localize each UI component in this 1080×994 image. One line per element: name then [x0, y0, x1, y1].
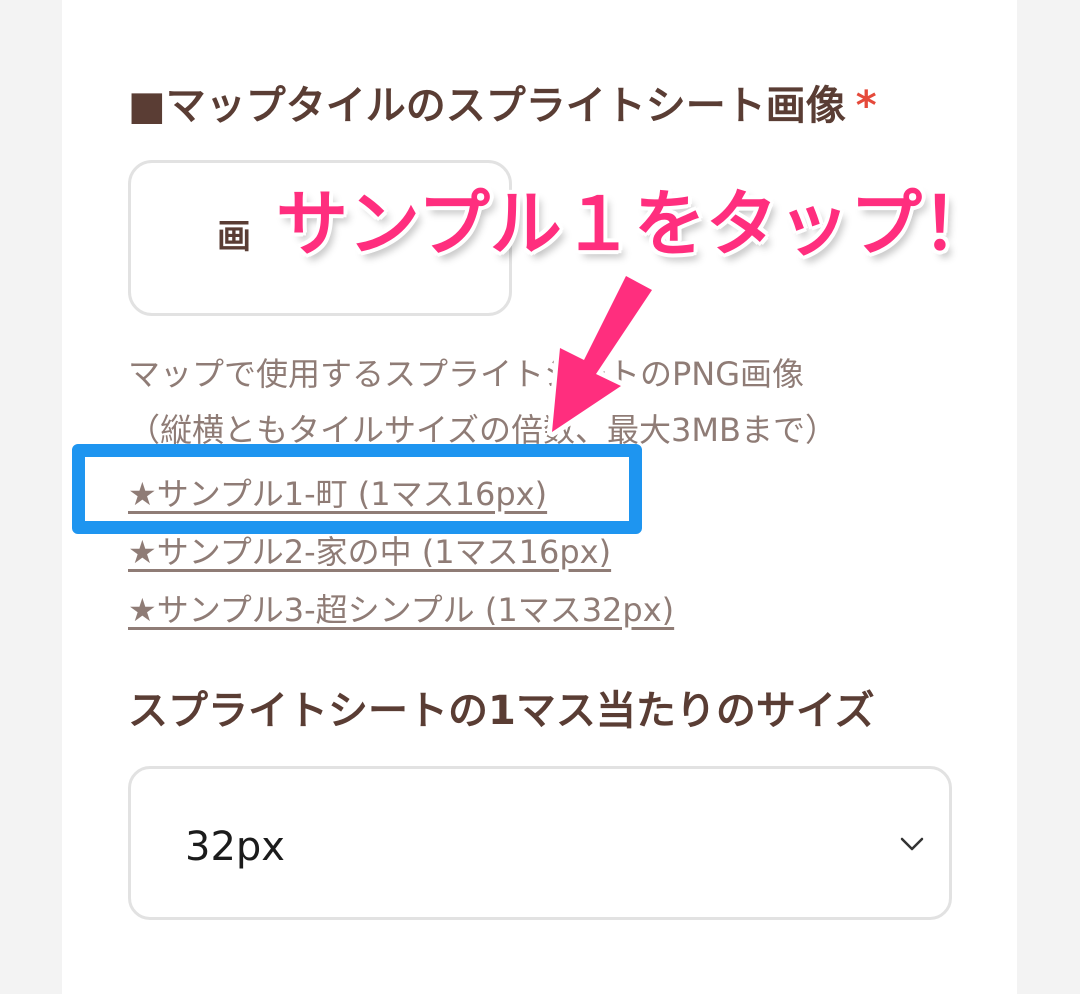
tile-size-select[interactable]: 32px — [128, 766, 952, 920]
sample-2-link[interactable]: ★サンプル2-家の中 (1マス16px) — [128, 530, 611, 574]
help-line-format: マップで使用するスプライトシートのPNG画像 — [128, 355, 805, 393]
tile-size-selected-value: 32px — [185, 824, 285, 870]
tile-size-title: スプライトシートの1マス当たりのサイズ — [128, 688, 875, 734]
tap-sample-1-annotation: サンプル１をタップ！ — [276, 182, 994, 266]
sprite-section-title: ■マップタイルのスプライトシート画像 * — [128, 82, 877, 130]
sprite-section-title-text: ■マップタイルのスプライトシート画像 — [128, 83, 846, 129]
sprite-help-text: マップで使用するスプライトシートのPNG画像 （縦横ともタイルサイズの倍数、最大… — [128, 346, 837, 458]
chevron-down-icon — [900, 837, 924, 851]
required-mark: * — [855, 83, 877, 129]
sample-1-highlight-box — [72, 444, 642, 534]
file-upload-button-label: 画 — [217, 217, 251, 257]
sample-3-link[interactable]: ★サンプル3-超シンプル (1マス32px) — [128, 588, 674, 632]
